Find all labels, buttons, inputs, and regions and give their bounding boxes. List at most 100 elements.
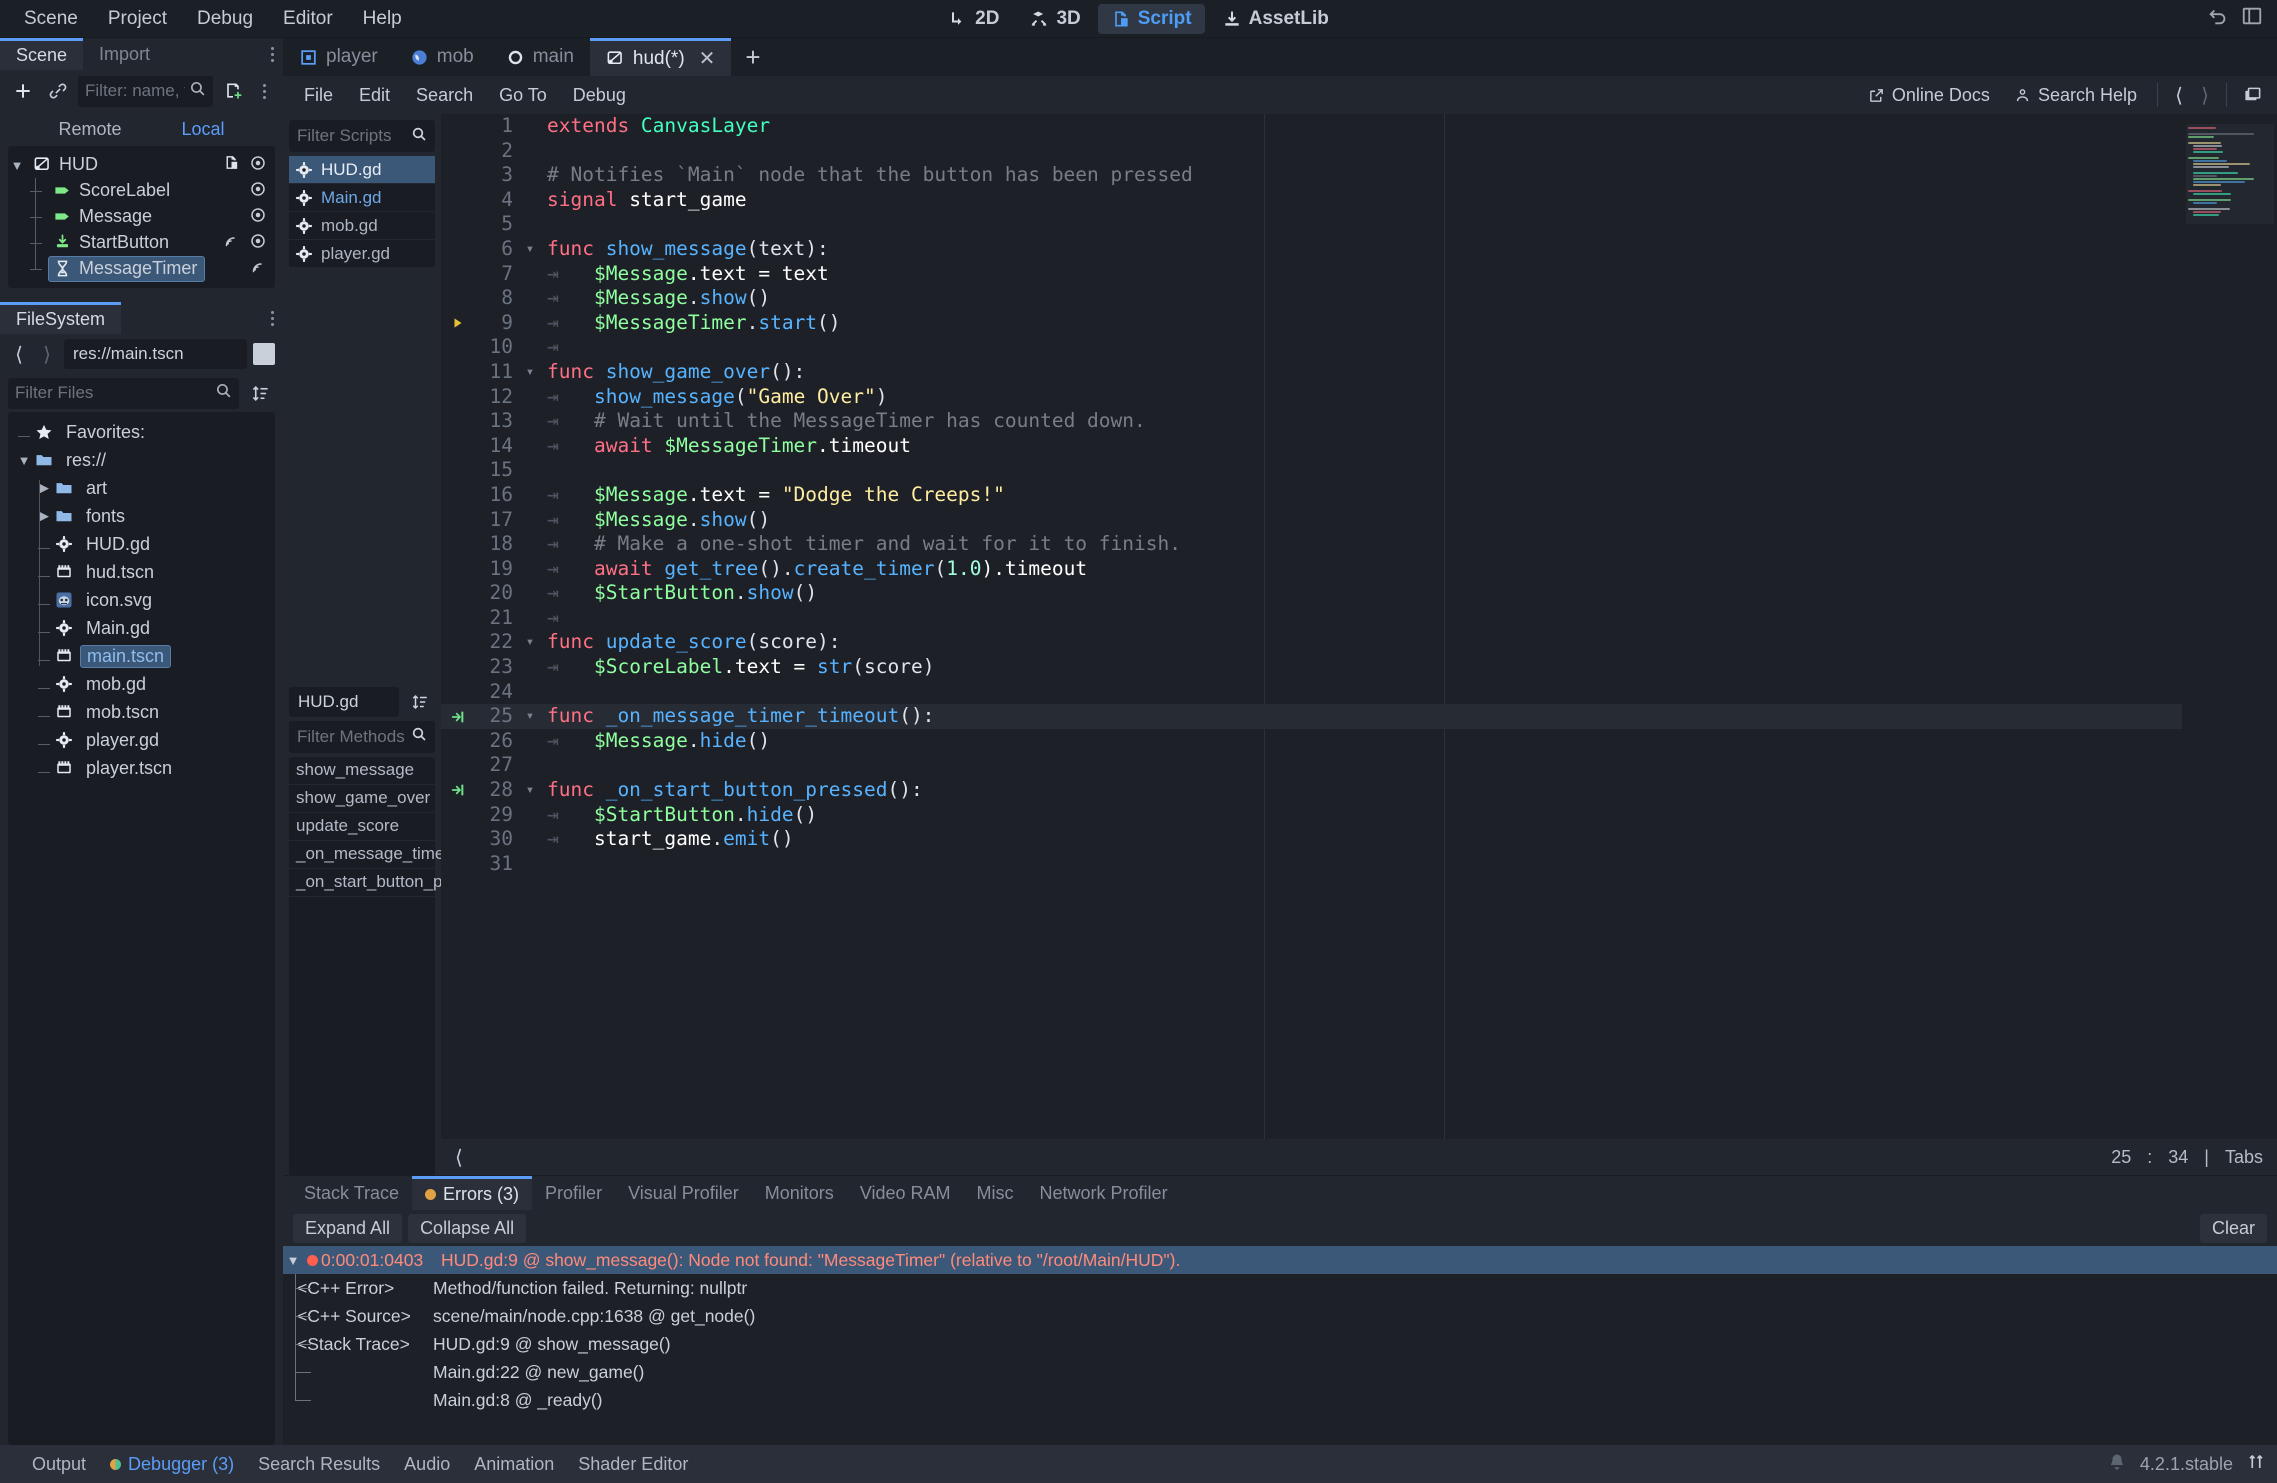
script-nav-back-icon[interactable]: ⟨ [2168, 82, 2190, 108]
script-tab-hud[interactable]: hud(*) ✕ [589, 38, 732, 76]
script-item-hud-gd[interactable]: HUD.gd [289, 156, 435, 184]
debugger-tab-stack-trace[interactable]: Stack Trace [291, 1176, 412, 1210]
error-detail-row[interactable]: <C++ Source> scene/main/node.cpp:1638 @ … [283, 1302, 2277, 1330]
method-item[interactable]: show_game_over [289, 785, 435, 813]
debugger-tab-profiler[interactable]: Profiler [532, 1176, 615, 1210]
script-item-main-gd[interactable]: Main.gd [289, 184, 435, 212]
signal-connection-icon[interactable] [441, 782, 475, 798]
execution-pointer-icon[interactable] [441, 316, 475, 330]
filter-methods-input[interactable]: Filter Methods [289, 720, 435, 753]
script-item-player-gd[interactable]: player.gd [289, 240, 435, 268]
mode-2d-button[interactable]: 2D [935, 4, 1012, 34]
filesystem-item-mob-gd[interactable]: mob.gd [8, 670, 275, 698]
error-row[interactable]: ▼ 0:00:01:0403 HUD.gd:9 @ show_message()… [283, 1246, 2277, 1274]
filesystem-filter-input[interactable]: Filter Files [8, 377, 239, 409]
node-visibility-icon[interactable] [249, 180, 267, 203]
scene-tree-node-scorelabel[interactable]: ScoreLabel [8, 178, 275, 204]
fold-arrow-icon[interactable]: ▾ [517, 778, 543, 803]
chevron-left-icon[interactable]: ⟨ [8, 341, 30, 367]
toggle-split-mode-icon[interactable] [253, 343, 275, 365]
script-menu-file[interactable]: File [291, 81, 346, 110]
node-signal-icon[interactable] [249, 258, 267, 281]
bottom-tab-debugger--3-[interactable]: Debugger (3) [98, 1454, 246, 1475]
indent-mode[interactable]: Tabs [2225, 1147, 2263, 1168]
node-script-icon[interactable] [223, 154, 240, 176]
filesystem-item-favorites-[interactable]: Favorites: [8, 418, 275, 446]
script-menu-edit[interactable]: Edit [346, 81, 403, 110]
menu-item-help[interactable]: Help [349, 4, 416, 34]
mode-3d-button[interactable]: 3D [1016, 4, 1093, 34]
error-detail-row[interactable]: <C++ Error> Method/function failed. Retu… [283, 1274, 2277, 1302]
fold-arrow-icon[interactable]: ▾ [517, 704, 543, 729]
kebab-menu-icon[interactable] [261, 38, 283, 70]
script-menu-go-to[interactable]: Go To [486, 81, 560, 110]
script-tab-player[interactable]: player [283, 38, 394, 76]
debugger-tab-misc[interactable]: Misc [964, 1176, 1027, 1210]
search-help-button[interactable]: Search Help [2004, 81, 2147, 110]
chevron-right-icon[interactable]: ⟩ [36, 341, 58, 367]
mode-script-button[interactable]: Script [1097, 3, 1205, 34]
bottom-tab-output[interactable]: Output [20, 1454, 98, 1475]
filesystem-item-player-tscn[interactable]: player.tscn [8, 754, 275, 782]
debugger-tab-errors--3-[interactable]: Errors (3) [412, 1176, 533, 1210]
method-item[interactable]: _on_message_time... [289, 841, 459, 869]
filesystem-item-hud-gd[interactable]: HUD.gd [8, 530, 275, 558]
hscroll-left-icon[interactable]: ⟨ [455, 1145, 463, 1170]
debugger-tab-visual-profiler[interactable]: Visual Profiler [615, 1176, 752, 1210]
filesystem-item-main-gd[interactable]: Main.gd [8, 614, 275, 642]
node-visibility-icon[interactable] [249, 206, 267, 229]
sort-members-icon[interactable] [405, 687, 435, 717]
script-menu-debug[interactable]: Debug [560, 81, 639, 110]
filesystem-item-art[interactable]: ▶ art [8, 474, 275, 502]
filesystem-item-main-tscn[interactable]: main.tscn [8, 642, 275, 670]
mode-assetlib-button[interactable]: AssetLib [1209, 4, 1342, 34]
tab-scene[interactable]: Scene [0, 38, 84, 70]
panel-toggle-icon[interactable] [2237, 80, 2267, 110]
fold-arrow-icon[interactable]: ▾ [517, 630, 543, 655]
filesystem-item-player-gd[interactable]: player.gd [8, 726, 275, 754]
menu-item-debug[interactable]: Debug [183, 4, 267, 34]
node-signal-icon[interactable] [222, 232, 240, 255]
online-docs-button[interactable]: Online Docs [1858, 81, 2000, 110]
scene-tree-node-message[interactable]: Message [8, 204, 275, 230]
debugger-tab-monitors[interactable]: Monitors [752, 1176, 847, 1210]
signal-connection-icon[interactable] [441, 709, 475, 725]
scene-tree-node-messagetimer[interactable]: MessageTimer [8, 256, 275, 282]
local-button[interactable]: Local [152, 116, 255, 143]
filesystem-item-fonts[interactable]: ▶ fonts [8, 502, 275, 530]
fold-arrow-icon[interactable]: ▾ [517, 237, 543, 262]
scene-tree-node-startbutton[interactable]: StartButton [8, 230, 275, 256]
chevron-down-icon[interactable]: ▼ [283, 1253, 303, 1268]
remote-button[interactable]: Remote [28, 116, 151, 143]
attach-script-icon[interactable] [218, 76, 248, 106]
method-item[interactable]: _on_start_button_p... [289, 869, 457, 897]
error-detail-row[interactable]: <Stack Trace> HUD.gd:9 @ show_message() [283, 1330, 2277, 1358]
debugger-tab-network-profiler[interactable]: Network Profiler [1027, 1176, 1181, 1210]
script-tab-main[interactable]: main [490, 38, 590, 76]
fold-arrow-icon[interactable]: ▾ [517, 360, 543, 385]
debugger-tab-video-ram[interactable]: Video RAM [847, 1176, 964, 1210]
bottom-tab-shader-editor[interactable]: Shader Editor [566, 1454, 700, 1475]
tab-import[interactable]: Import [83, 38, 166, 70]
plus-icon[interactable]: + [731, 38, 774, 76]
filesystem-path-field[interactable]: res://main.tscn [64, 339, 247, 369]
menu-item-scene[interactable]: Scene [10, 4, 92, 34]
scene-tree-menu-icon[interactable] [253, 83, 275, 99]
filesystem-item-res---[interactable]: ▼ res:// [8, 446, 275, 474]
instantiate-icon[interactable] [43, 76, 73, 106]
bottom-tab-animation[interactable]: Animation [462, 1454, 566, 1475]
scene-tree-node-hud[interactable]: ▼ HUD [8, 152, 275, 178]
method-item[interactable]: show_message [289, 757, 435, 785]
scene-filter-input[interactable]: Filter: name, t:t [78, 75, 213, 107]
tab-filesystem[interactable]: FileSystem [0, 302, 122, 334]
expand-all-button[interactable]: Expand All [293, 1213, 403, 1243]
script-tab-mob[interactable]: mob [394, 38, 490, 76]
undo-icon[interactable] [2207, 5, 2229, 32]
code-minimap[interactable] [2182, 114, 2277, 1139]
node-visibility-icon[interactable] [249, 154, 267, 177]
filesystem-menu-icon[interactable] [261, 302, 283, 334]
collapse-all-button[interactable]: Collapse All [408, 1213, 527, 1243]
filesystem-item-hud-tscn[interactable]: hud.tscn [8, 558, 275, 586]
script-nav-forward-icon[interactable]: ⟩ [2194, 82, 2216, 108]
filter-scripts-input[interactable]: Filter Scripts [289, 120, 435, 152]
